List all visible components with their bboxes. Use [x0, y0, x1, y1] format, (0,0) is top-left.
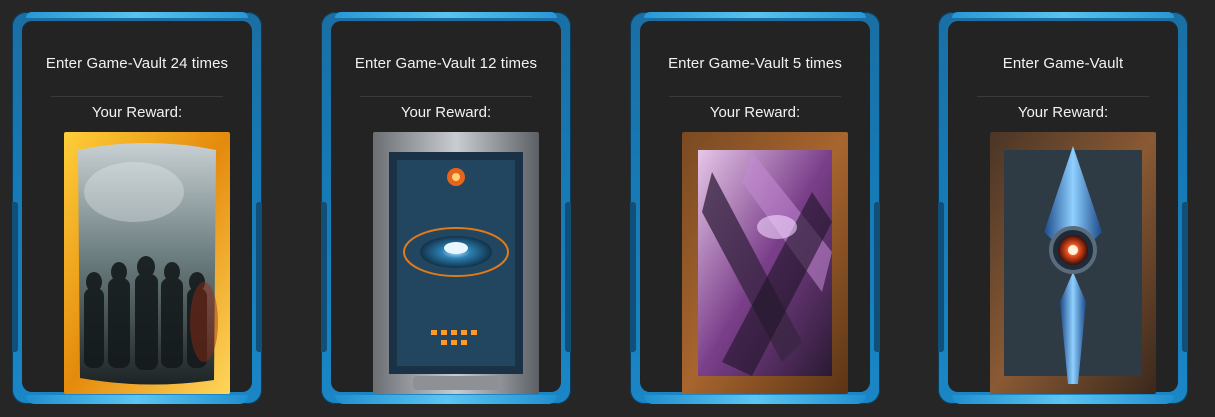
- reward-label: Your Reward:: [1017, 104, 1109, 121]
- card-frame-left-notch: [938, 202, 944, 352]
- card-panel: Enter Game-Vault 12 times Your Reward:: [331, 21, 561, 394]
- card-frame-top-accent: [335, 12, 557, 18]
- card-frame-top-accent: [26, 12, 248, 18]
- reward-tier-row: Enter Game-Vault 24 times Your Reward: E…: [0, 0, 1215, 417]
- card-divider: [669, 96, 841, 97]
- card-frame-top-accent: [644, 12, 866, 18]
- reward-label: Your Reward:: [91, 104, 183, 121]
- card-divider: [51, 96, 223, 97]
- card-frame-right-notch: [874, 202, 880, 352]
- reward-art-reactor-core[interactable]: [373, 132, 539, 394]
- card-panel: Enter Game-Vault 24 times Your Reward:: [22, 21, 252, 394]
- card-panel: Enter Game-Vault Your Reward:: [948, 21, 1178, 394]
- card-frame-top-accent: [952, 12, 1174, 18]
- card-title: Enter Game-Vault: [1002, 55, 1124, 72]
- card-title: Enter Game-Vault 5 times: [668, 55, 842, 72]
- card-frame-bottom-accent: [952, 395, 1174, 404]
- card-divider: [360, 96, 532, 97]
- reward-art-crystal-vortex[interactable]: [682, 132, 848, 394]
- card-frame-left-notch: [630, 202, 636, 352]
- card-frame-bottom-accent: [335, 395, 557, 404]
- reward-card-24[interactable]: Enter Game-Vault 24 times Your Reward:: [12, 12, 262, 404]
- reward-art-golden-frame[interactable]: [64, 132, 230, 394]
- card-frame-bottom-accent: [26, 395, 248, 404]
- card-frame-left-notch: [12, 202, 18, 352]
- card-divider: [977, 96, 1149, 97]
- card-frame-right-notch: [256, 202, 262, 352]
- card-frame-right-notch: [1182, 202, 1188, 352]
- card-frame-left-notch: [321, 202, 327, 352]
- reward-label: Your Reward:: [400, 104, 492, 121]
- card-frame-bottom-accent: [644, 395, 866, 404]
- reward-label: Your Reward:: [709, 104, 801, 121]
- card-title: Enter Game-Vault 12 times: [354, 55, 538, 72]
- card-panel: Enter Game-Vault 5 times Your Reward:: [640, 21, 870, 394]
- card-title: Enter Game-Vault 24 times: [45, 55, 229, 72]
- reward-card-1[interactable]: Enter Game-Vault Your Reward:: [938, 12, 1188, 404]
- card-frame-right-notch: [565, 202, 571, 352]
- reward-card-5[interactable]: Enter Game-Vault 5 times Your Reward:: [630, 12, 880, 404]
- reward-art-blue-crystal-relic[interactable]: [990, 132, 1156, 394]
- reward-card-12[interactable]: Enter Game-Vault 12 times Your Reward:: [321, 12, 571, 404]
